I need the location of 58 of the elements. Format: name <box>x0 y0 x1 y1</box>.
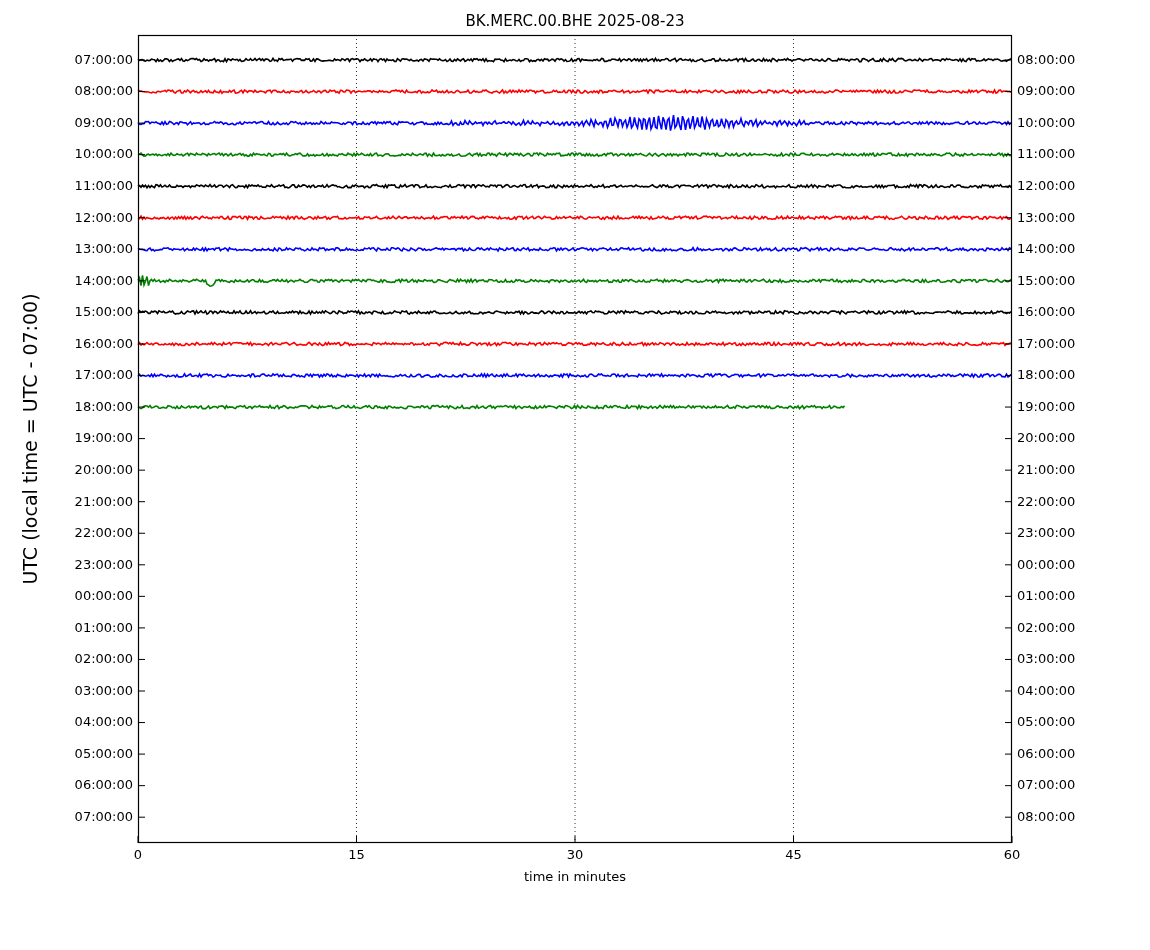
y-tick-label: 04:00:00 <box>1017 683 1076 699</box>
y-tick-label: 07:00:00 <box>74 52 133 68</box>
y-tick-label: 12:00:00 <box>74 210 133 225</box>
y-tick-label: 02:00:00 <box>1017 620 1076 635</box>
y-tick-label: 18:00:00 <box>74 399 133 415</box>
y-tick-label: 15:00:00 <box>1017 273 1076 288</box>
x-tick-label: 60 <box>1002 847 1022 862</box>
y-tick-label: 23:00:00 <box>74 557 133 572</box>
y-tick-label: 17:00:00 <box>1017 336 1076 352</box>
y-tick-label: 06:00:00 <box>74 778 133 793</box>
y-tick-label: 14:00:00 <box>74 273 133 288</box>
y-tick-label: 18:00:00 <box>1017 368 1076 383</box>
y-tick-label: 03:00:00 <box>1017 652 1076 667</box>
y-axis-label: UTC (local time = UTC - 07:00) <box>19 293 41 585</box>
y-tick-label: 03:00:00 <box>74 683 133 699</box>
y-tick-label: 13:00:00 <box>74 242 133 257</box>
x-tick-label: 30 <box>565 847 585 862</box>
y-tick-label: 20:00:00 <box>1017 431 1076 446</box>
y-tick-label: 23:00:00 <box>1017 526 1076 541</box>
y-tick-label: 22:00:00 <box>1017 494 1076 509</box>
chart-title: BK.MERC.00.BHE 2025-08-23 <box>465 12 685 30</box>
y-tick-label: 01:00:00 <box>1017 589 1076 604</box>
y-tick-label: 11:00:00 <box>74 179 133 194</box>
y-tick-label: 14:00:00 <box>1017 242 1076 257</box>
y-tick-label: 20:00:00 <box>74 462 133 478</box>
y-tick-label: 19:00:00 <box>74 431 133 446</box>
y-tick-label: 08:00:00 <box>74 84 133 99</box>
y-tick-label: 09:00:00 <box>1017 84 1076 99</box>
y-tick-label: 04:00:00 <box>74 715 133 730</box>
x-tick-label: 0 <box>132 847 144 862</box>
y-tick-label: 12:00:00 <box>1017 179 1076 194</box>
y-tick-label: 15:00:00 <box>74 305 133 320</box>
y-tick-label: 00:00:00 <box>74 589 133 604</box>
y-tick-label: 13:00:00 <box>1017 210 1076 225</box>
y-tick-label: 02:00:00 <box>74 652 133 667</box>
x-tick-label: 15 <box>347 847 366 862</box>
x-axis-label: time in minutes <box>523 869 627 884</box>
y-tick-label: 09:00:00 <box>74 115 133 131</box>
y-tick-label: 06:00:00 <box>1017 746 1076 762</box>
y-tick-label: 10:00:00 <box>1017 115 1076 131</box>
y-tick-label: 16:00:00 <box>74 336 133 352</box>
y-tick-label: 21:00:00 <box>74 494 133 509</box>
y-tick-label: 11:00:00 <box>1017 147 1076 162</box>
y-tick-label: 07:00:00 <box>74 809 133 825</box>
y-tick-label: 10:00:00 <box>74 147 133 162</box>
y-tick-label: 01:00:00 <box>74 620 133 635</box>
x-tick-label: 45 <box>784 847 803 862</box>
y-tick-label: 17:00:00 <box>74 368 133 383</box>
y-tick-label: 22:00:00 <box>74 526 133 541</box>
y-tick-label: 05:00:00 <box>74 746 133 762</box>
y-tick-label: 16:00:00 <box>1017 305 1076 320</box>
y-tick-label: 21:00:00 <box>1017 462 1076 478</box>
y-tick-label: 08:00:00 <box>1017 809 1076 825</box>
y-tick-label: 07:00:00 <box>1017 778 1076 793</box>
y-tick-label: 00:00:00 <box>1017 557 1076 572</box>
y-tick-label: 08:00:00 <box>1017 52 1076 68</box>
y-tick-label: 05:00:00 <box>1017 715 1076 730</box>
y-tick-label: 19:00:00 <box>1017 399 1076 415</box>
